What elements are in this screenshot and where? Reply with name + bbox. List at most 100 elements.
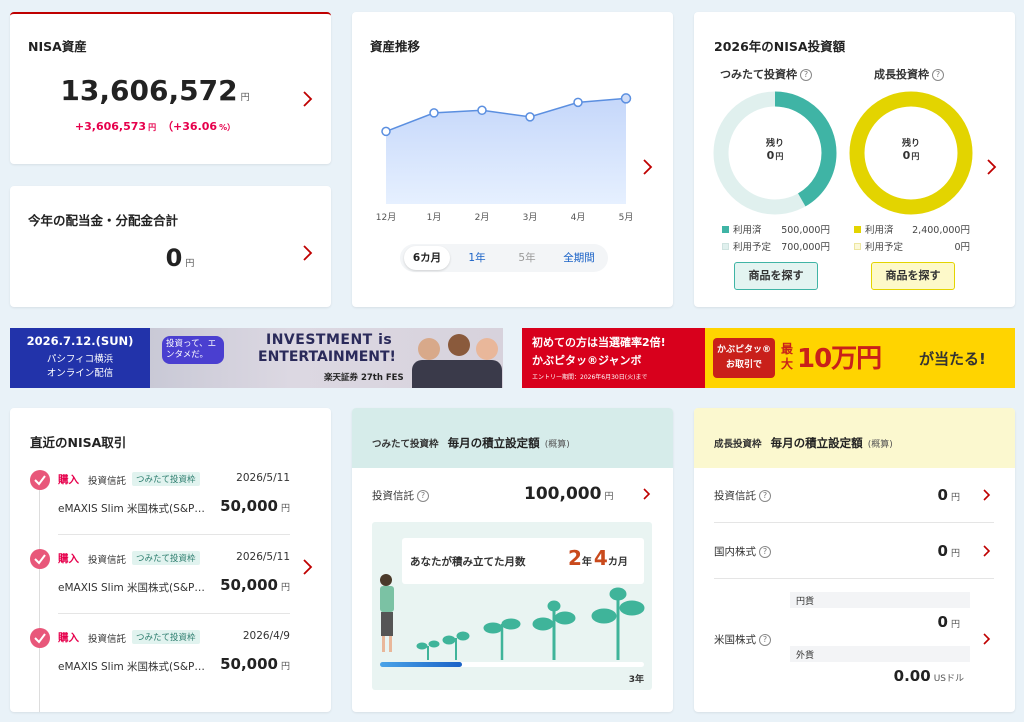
growth-us-chevron-icon[interactable] bbox=[982, 632, 996, 650]
dividend-unit: 円 bbox=[185, 259, 195, 269]
growth-domestic-chevron-icon[interactable] bbox=[982, 544, 996, 562]
trend-x-tick: 12月 bbox=[376, 212, 396, 222]
period-1y[interactable]: 1年 bbox=[454, 246, 500, 270]
growth-domestic-unit: 円 bbox=[950, 549, 960, 559]
growth-remain: 残り 0円 bbox=[846, 136, 976, 162]
nisa-assets-gain: +3,606,573 円 （+36.06%） bbox=[10, 118, 300, 134]
growing-plants-illustration bbox=[380, 574, 645, 660]
nisa-invest-card[interactable]: 2026年のNISA投資額 つみたて投資枠? 成長投資枠? 残り 0円 残り 0… bbox=[694, 12, 1015, 307]
monthly-tsumitate-title: 毎月の積立設定額 bbox=[447, 436, 540, 450]
recent-trades-chevron-icon[interactable] bbox=[302, 558, 316, 576]
tsumitate-planned-row: 利用予定 700,000円 bbox=[722, 239, 830, 253]
recent-trade-item[interactable]: 購入 投資信託 つみたて投資枠 2026/4/9 eMAXIS Slim 米国株式(S&… bbox=[28, 626, 292, 696]
recent-trade-item[interactable]: 購入 投資信託 つみたて投資枠 2026/5/11 eMAXIS Slim 米国株式(S… bbox=[28, 468, 292, 538]
growth-us-yen-unit: 円 bbox=[950, 620, 960, 630]
months-progress-end: 3年 bbox=[628, 675, 644, 685]
growth-domestic-help-icon[interactable]: ? bbox=[759, 546, 771, 558]
trade-fund-name: eMAXIS Slim 米国株式(S&P… bbox=[58, 661, 205, 673]
asset-trend-chart: 12月 1月 2月 3月 4月 5月 bbox=[376, 93, 633, 222]
growth-find-products-button[interactable]: 商品を探す bbox=[871, 262, 955, 290]
growth-used-unit: 円 bbox=[960, 225, 970, 236]
trend-point[interactable] bbox=[525, 112, 535, 122]
growth-fund-row[interactable]: 投資信託? 0円 bbox=[714, 482, 994, 510]
nisa-assets-chevron-icon[interactable] bbox=[302, 90, 316, 108]
trade-type: 投資信託 bbox=[88, 476, 127, 487]
trade-unit: 円 bbox=[280, 504, 290, 514]
monthly-tsumitate-card[interactable]: つみたて投資枠 毎月の積立設定額 (概算) 投資信託? 100,000 円 あなた… bbox=[352, 408, 673, 712]
nisa-invest-chevron-icon[interactable] bbox=[986, 158, 1000, 176]
trade-action: 購入 bbox=[58, 474, 79, 486]
growth-remain-unit: 円 bbox=[911, 152, 920, 161]
monthly-fund-chevron-icon[interactable] bbox=[642, 487, 656, 505]
trade-divider bbox=[58, 613, 290, 614]
trend-point[interactable] bbox=[381, 126, 391, 137]
growth-fund-value: 0 bbox=[937, 486, 948, 504]
asset-trend-card[interactable]: 資産推移 12月 1月 2月 3月 4月 5月 6カ月 1年 5年 全期間 bbox=[352, 12, 673, 307]
nisa-assets-value-row: 13,606,572 円 bbox=[10, 74, 300, 107]
tsumitate-find-products-button[interactable]: 商品を探す bbox=[734, 262, 818, 290]
period-6m[interactable]: 6カ月 bbox=[404, 246, 450, 270]
tsumitate-help-icon[interactable]: ? bbox=[800, 69, 812, 81]
trend-point[interactable] bbox=[620, 93, 632, 104]
kabupita-max: 最大 bbox=[781, 342, 794, 371]
growth-fund-chevron-icon[interactable] bbox=[982, 488, 996, 506]
recent-trade-item[interactable]: 購入 投資信託 つみたて投資枠 2026/5/11 eMAXIS Slim 米国株式(S… bbox=[28, 547, 292, 617]
growth-used-row: 利用済 2,400,000円 bbox=[854, 222, 970, 236]
trade-fund-name: eMAXIS Slim 米国株式(S&P… bbox=[58, 582, 205, 594]
monthly-growth-title: 毎月の積立設定額 bbox=[770, 436, 863, 450]
trade-type: 投資信託 bbox=[88, 634, 127, 645]
growth-us-row[interactable]: 米国株式? 円貨 0円 外貨 0.00 USドル bbox=[714, 588, 994, 688]
tsumitate-label-row: つみたて投資枠? bbox=[720, 66, 812, 82]
dividend-chevron-icon[interactable] bbox=[302, 244, 316, 262]
growth-us-help-icon[interactable]: ? bbox=[759, 634, 771, 646]
asset-trend-title: 資産推移 bbox=[370, 39, 421, 54]
period-5y[interactable]: 5年 bbox=[504, 246, 550, 270]
trade-unit: 円 bbox=[280, 662, 290, 672]
fes-banner[interactable]: 2026.7.12.(SUN) パシフィコ横浜 オンライン配信 投資って、エンタ… bbox=[10, 328, 503, 388]
monthly-tsumitate-note: (概算) bbox=[544, 440, 570, 450]
trade-tag: つみたて投資枠 bbox=[132, 472, 200, 486]
trade-action: 購入 bbox=[58, 632, 79, 644]
trend-point[interactable] bbox=[429, 108, 439, 118]
monthly-growth-tag: 成長投資枠 bbox=[714, 439, 762, 450]
tsumitate-remain-label: 残り bbox=[765, 139, 784, 149]
kabupita-left-box: かぶピタッ® お取引で bbox=[713, 338, 775, 378]
trend-point[interactable] bbox=[573, 97, 583, 108]
trend-x-tick: 2月 bbox=[475, 212, 490, 222]
growth-us-label: 米国株式 bbox=[714, 634, 756, 646]
growth-remain-value: 0 bbox=[902, 149, 911, 162]
kabupita-prize: 10万円 bbox=[797, 344, 882, 374]
monthly-fund-help-icon[interactable]: ? bbox=[417, 490, 429, 502]
kabupita-line2: かぶピタッ®ジャンボ bbox=[532, 354, 642, 367]
nisa-assets-title: NISA資産 bbox=[28, 39, 87, 54]
monthly-growth-card[interactable]: 成長投資枠 毎月の積立設定額 (概算) 投資信託? 0円 国内株式? 0円 米国… bbox=[694, 408, 1015, 712]
months-panel: あなたが積み立てた月数 2年 4カ月 3年 bbox=[372, 522, 652, 690]
kabupita-l1: かぶピタッ® bbox=[716, 345, 771, 355]
tsumitate-remain-unit: 円 bbox=[775, 152, 784, 161]
growth-fund-help-icon[interactable]: ? bbox=[759, 490, 771, 502]
months-progress-fill bbox=[380, 662, 463, 667]
period-all[interactable]: 全期間 bbox=[554, 246, 604, 270]
monthly-tsumitate-row[interactable]: 投資信託? 100,000 円 bbox=[372, 482, 662, 510]
trend-point[interactable] bbox=[477, 105, 487, 116]
kabupita-line3: エントリー期間：2026年6月30日(火)まで bbox=[532, 374, 648, 381]
growth-label: 成長投資枠 bbox=[874, 68, 929, 81]
fes-title-2: ENTERTAINMENT! bbox=[258, 349, 396, 365]
dividend-card[interactable]: 今年の配当金・分配金合計 0円 bbox=[10, 186, 331, 307]
growth-used-label: 利用済 bbox=[865, 225, 894, 236]
growth-us-yen-value: 0 bbox=[937, 613, 948, 631]
growth-domestic-row[interactable]: 国内株式? 0円 bbox=[714, 538, 994, 566]
growth-help-icon[interactable]: ? bbox=[932, 69, 944, 81]
growth-planned-row: 利用予定 0円 bbox=[854, 239, 970, 253]
monthly-growth-title-row: 成長投資枠 毎月の積立設定額 (概算) bbox=[714, 432, 893, 451]
fes-venue: パシフィコ横浜 bbox=[46, 354, 114, 365]
gain-pct-unit: %） bbox=[219, 123, 236, 132]
asset-trend-chevron-icon[interactable] bbox=[642, 158, 656, 176]
fes-bubble: 投資って、エンタメだ。 bbox=[162, 336, 224, 364]
tsumitate-remain-value: 0 bbox=[766, 149, 775, 162]
kabupita-banner[interactable]: 初めての方は当選確率2倍! かぶピタッ®ジャンボ エントリー期間：2026年6月… bbox=[522, 328, 1015, 388]
trade-tag: つみたて投資枠 bbox=[132, 630, 200, 644]
nisa-assets-card[interactable]: NISA資産 13,606,572 円 +3,606,573 円（+36.06%） bbox=[10, 12, 331, 164]
monthly-fund-unit: 円 bbox=[604, 492, 614, 502]
dividend-value: 0 bbox=[165, 244, 183, 272]
